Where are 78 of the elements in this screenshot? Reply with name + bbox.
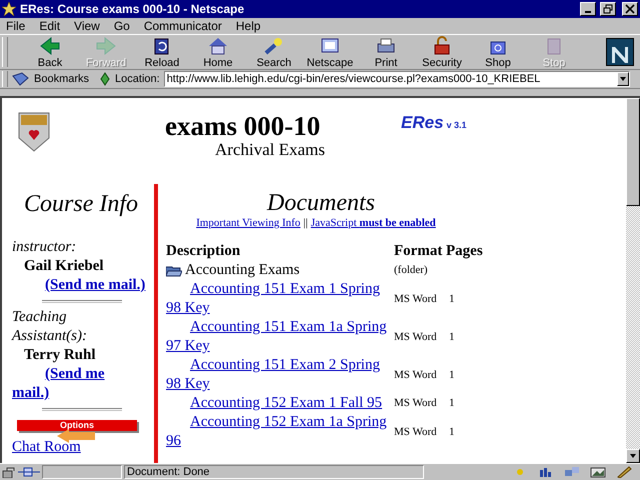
toolbar-button[interactable]: Netscape [302, 36, 358, 68]
status-text: Document: Done [126, 466, 210, 478]
javascript-link[interactable]: JavaScript must be enabled [310, 216, 436, 230]
pages-cell-text: 1 [448, 424, 456, 440]
arrow-left-icon [57, 429, 95, 443]
restore-button[interactable] [600, 2, 616, 16]
page-title: exams 000-10 [165, 112, 322, 140]
restore-icon [603, 4, 613, 14]
close-button[interactable] [622, 2, 638, 16]
toolbar-button[interactable]: Back [22, 36, 78, 68]
menu-item[interactable]: Edit [39, 20, 60, 32]
menu-item[interactable]: Communicator [144, 20, 222, 32]
location-label: Location: [115, 74, 160, 84]
section-heading: Documents [266, 190, 376, 216]
instructor-name: Gail Kriebel [24, 257, 105, 276]
close-icon [625, 4, 635, 14]
pages-cell-text: 1 [448, 330, 456, 345]
format-cell-text: MS Word [394, 292, 438, 307]
minimize-button[interactable] [580, 2, 596, 16]
document-link[interactable]: Accounting 151 Exam 1a Spring 97 Key [166, 318, 394, 356]
pages-cell-text: 1 [448, 368, 456, 383]
monitor-icon [319, 36, 341, 56]
window-title: ERes: Course exams 000-10 - Netscape [20, 3, 246, 15]
assistant-name: Terry Ruhl [24, 346, 97, 365]
section-heading: Course Info [23, 190, 139, 218]
caret-icon[interactable] [620, 77, 626, 81]
toolbar-button[interactable]: Search [246, 36, 302, 68]
printer-icon [375, 36, 397, 56]
plug-icon [18, 467, 40, 477]
info-link[interactable]: Important Viewing Info [196, 216, 300, 230]
folder-name: Accounting Exams [185, 261, 300, 280]
column-header: Pages [446, 242, 484, 261]
toolbar-button[interactable]: Home [190, 36, 246, 68]
logo-icon [606, 38, 634, 66]
minimize-icon [585, 11, 591, 13]
format-cell-text: MS Word [394, 424, 438, 440]
shield-icon [18, 112, 50, 152]
picture-frame-icon[interactable] [590, 466, 606, 478]
pages-cell-text: 1 [448, 292, 456, 307]
bookmarks-button[interactable]: Bookmarks [34, 74, 90, 84]
caret-icon[interactable] [630, 454, 636, 458]
eres-logo: ERes [401, 114, 444, 131]
star-icon [2, 2, 16, 16]
column-header: Description [166, 242, 242, 261]
chat-room-link[interactable]: Chat Room [12, 438, 81, 457]
mail-link[interactable]: (Send me mail.) [12, 365, 112, 403]
document-link[interactable]: Accounting 152 Exam 1 Fall 95 [166, 394, 394, 413]
menu-item[interactable]: View [74, 20, 100, 32]
document-link[interactable]: Accounting 151 Exam 1 Spring 98 Key [166, 280, 394, 318]
format-cell-text: (folder) [394, 263, 429, 278]
format-cell-text: MS Word [394, 368, 438, 383]
house-icon [207, 36, 229, 56]
bars-icon[interactable] [538, 466, 554, 478]
mail-link[interactable]: (Send me mail.) [45, 276, 146, 295]
folder-icon [166, 264, 182, 276]
assistant-label: Teaching Assistant(s): [12, 308, 88, 346]
page-subtitle: Archival Exams [215, 140, 325, 160]
pen-icon[interactable] [616, 466, 632, 478]
instructor-label: instructor: [12, 238, 78, 257]
separator: || [303, 216, 308, 230]
menu-item[interactable]: File [6, 20, 26, 32]
format-cell-text: MS Word [394, 396, 438, 412]
url-field[interactable]: http://www.lib.lehigh.edu/cgi-bin/eres/viewcourse.pl?exams000-10_KRIEBEL [164, 71, 630, 87]
toolbar-button[interactable]: Reload [134, 36, 190, 68]
menu-item[interactable]: Go [114, 20, 130, 32]
version-label: v 3.1 [446, 121, 467, 130]
arrow-left-icon [39, 36, 61, 56]
pages-cell-text: 1 [448, 396, 456, 412]
format-cell-text: MS Word [394, 330, 438, 345]
toolbar-button[interactable]: Print [358, 36, 414, 68]
toolbar-button[interactable]: Security [414, 36, 470, 68]
toolbar-button[interactable]: Shop [470, 36, 526, 68]
document-link[interactable]: Accounting 151 Exam 2 Spring 98 Key [166, 356, 394, 394]
arrow-right-icon [95, 36, 117, 56]
menu-item[interactable]: Help [236, 20, 261, 32]
document-link[interactable]: Accounting 152 Exam 1a Spring 96 [166, 413, 394, 451]
scrollbar[interactable] [626, 98, 640, 463]
column-header: Format [394, 242, 444, 261]
